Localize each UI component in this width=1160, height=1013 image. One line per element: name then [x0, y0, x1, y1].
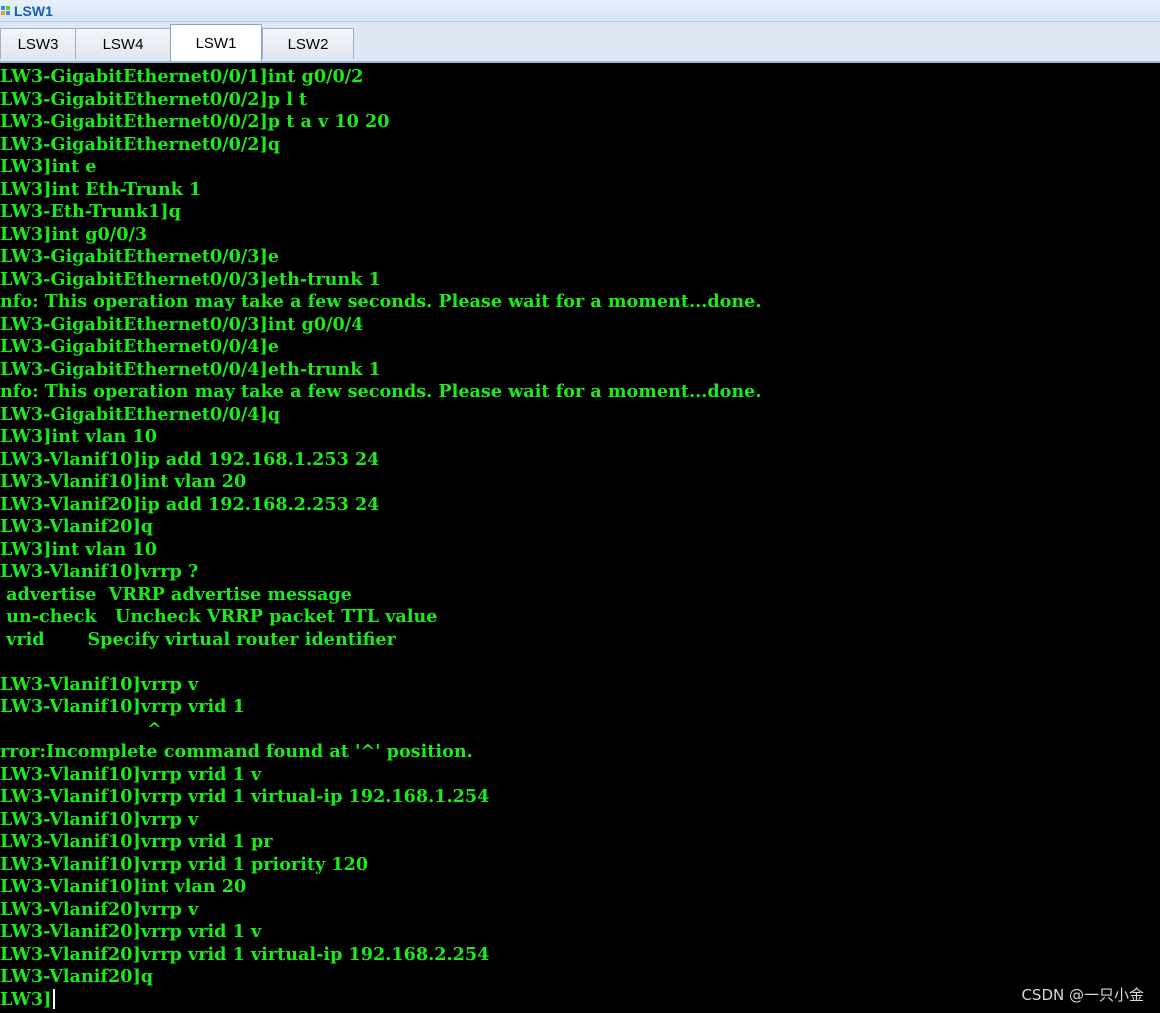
- terminal-line: LW3-Vlanif20]q: [0, 516, 154, 537]
- terminal-line: rror:Incomplete command found at '^' pos…: [0, 741, 473, 762]
- terminal-line: LW3-Vlanif20]ip add 192.168.2.253 24: [0, 493, 380, 515]
- terminal-line: LW3-GigabitEthernet0/0/3]e: [0, 246, 279, 267]
- terminal-line: nfo: This operation may take a few secon…: [0, 291, 762, 312]
- terminal-line: LW3-Vlanif10]vrrp vrid 1 v: [0, 763, 262, 785]
- title-bar: LSW1: [0, 0, 1160, 22]
- terminal-line: LW3-GigabitEthernet0/0/3]eth-trunk 1: [0, 268, 381, 290]
- tab-bar: LSW3 LSW4 LSW1 LSW2: [0, 22, 1160, 63]
- tab-lsw2[interactable]: LSW2: [262, 28, 354, 59]
- terminal-line: LW3-Vlanif10]ip add 192.168.1.253 24: [0, 448, 380, 470]
- terminal-line: un-check Uncheck VRRP packet TTL value: [0, 606, 438, 627]
- terminal-line: LW3-Vlanif10]vrrp vrid 1: [0, 696, 245, 717]
- terminal-line: LW3-Vlanif20]vrrp v: [0, 898, 199, 920]
- terminal-line: LW3-GigabitEthernet0/0/4]q: [0, 403, 281, 425]
- terminal-line: LW3-Eth-Trunk1]q: [0, 201, 181, 222]
- terminal-line: LW3-Vlanif10]vrrp vrid 1 pr: [0, 831, 273, 852]
- watermark: CSDN @一只小金: [1021, 986, 1144, 1004]
- terminal-line: vrid Specify virtual router identifier: [0, 628, 396, 650]
- terminal-line: LW3-Vlanif10]vrrp v: [0, 673, 199, 695]
- terminal-line: LW3-Vlanif20]vrrp vrid 1 v: [0, 921, 262, 942]
- app-icon: [1, 5, 11, 17]
- terminal-line: LW3]int e: [0, 156, 97, 177]
- terminal-line: LW3]int Eth-Trunk 1: [0, 178, 202, 200]
- terminal-line: LW3-Vlanif10]vrrp vrid 1 priority 120: [0, 853, 369, 875]
- terminal-line: LW3-Vlanif20]vrrp vrid 1 virtual-ip 192.…: [0, 943, 490, 965]
- terminal-line: LW3-Vlanif10]vrrp v: [0, 808, 199, 830]
- terminal-console[interactable]: LW3-GigabitEthernet0/0/1]int g0/0/2 LW3-G…: [0, 64, 1160, 1013]
- tab-lsw1[interactable]: LSW1: [170, 24, 262, 61]
- terminal-output: LW3-GigabitEthernet0/0/1]int g0/0/2 LW3-G…: [0, 66, 761, 1011]
- terminal-line: LW3]int vlan 10: [0, 538, 157, 560]
- terminal-line: LW3-Vlanif10]int vlan 20: [0, 471, 247, 492]
- terminal-line: LW3]int g0/0/3: [0, 223, 148, 245]
- tab-lsw3[interactable]: LSW3: [0, 28, 76, 59]
- text-cursor: [52, 988, 55, 1009]
- terminal-line: LW3-Vlanif10]vrrp ?: [0, 561, 199, 582]
- terminal-line: LW3-GigabitEthernet0/0/3]int g0/0/4: [0, 313, 364, 335]
- terminal-line: LW3-Vlanif20]q: [0, 966, 154, 987]
- terminal-line: LW3]int vlan 10: [0, 426, 157, 447]
- terminal-line: LW3-GigabitEthernet0/0/2]p l t: [0, 88, 308, 110]
- terminal-line: LW3-GigabitEthernet0/0/2]q: [0, 133, 281, 155]
- terminal-line: nfo: This operation may take a few secon…: [0, 381, 762, 402]
- terminal-window: LSW1 LSW3 LSW4 LSW1 LSW2 LW3-GigabitEthe…: [0, 0, 1160, 1013]
- terminal-line: LW3-GigabitEthernet0/0/2]p t a v 10 20: [0, 111, 390, 132]
- terminal-line: LW3-GigabitEthernet0/0/4]e: [0, 336, 279, 357]
- window-title: LSW1: [14, 2, 53, 19]
- terminal-line: advertise VRRP advertise message: [0, 583, 352, 605]
- terminal-line: ^: [0, 718, 162, 740]
- terminal-line: LW3]: [0, 988, 761, 1012]
- tab-lsw4[interactable]: LSW4: [75, 28, 171, 59]
- terminal-line: LW3-Vlanif10]vrrp vrid 1 virtual-ip 192.…: [0, 786, 490, 807]
- terminal-line: LW3-GigabitEthernet0/0/4]eth-trunk 1: [0, 358, 381, 380]
- terminal-line: LW3-Vlanif10]int vlan 20: [0, 876, 247, 897]
- terminal-line: LW3-GigabitEthernet0/0/1]int g0/0/2: [0, 66, 364, 87]
